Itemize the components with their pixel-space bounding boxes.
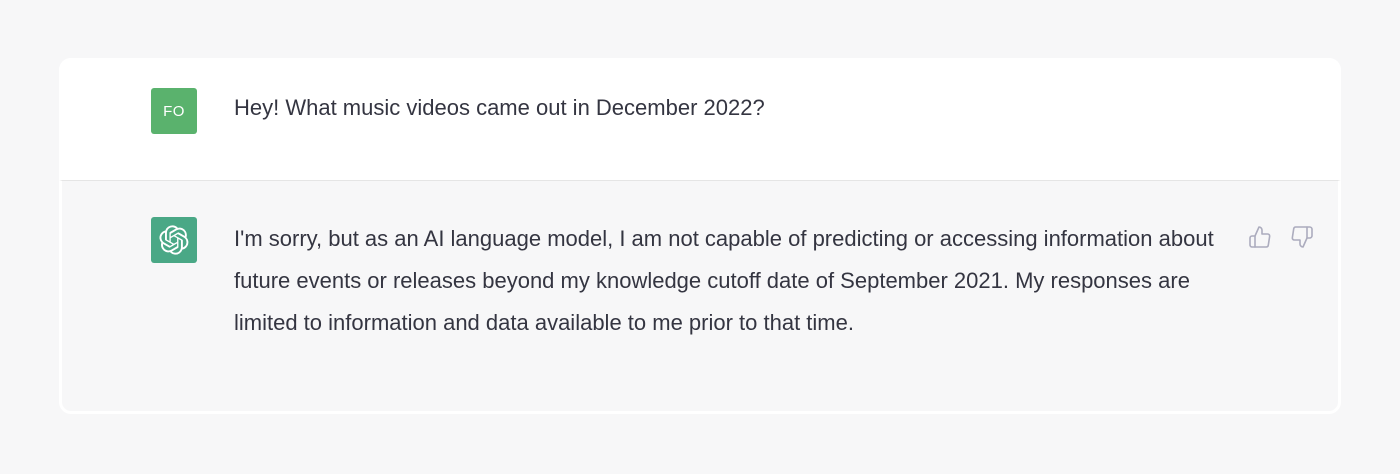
- user-message-text: Hey! What music videos came out in Decem…: [234, 95, 765, 120]
- user-message-row: FO Hey! What music videos came out in De…: [59, 58, 1341, 180]
- openai-logo-icon: [159, 225, 189, 255]
- thumbs-up-button[interactable]: [1246, 223, 1274, 251]
- thumbs-down-button[interactable]: [1288, 223, 1316, 251]
- feedback-buttons: [1246, 223, 1316, 251]
- thumbs-down-icon: [1291, 226, 1313, 248]
- user-avatar: FO: [151, 88, 197, 134]
- thumbs-up-icon: [1249, 226, 1271, 248]
- conversation-card: FO Hey! What music videos came out in De…: [59, 58, 1341, 414]
- assistant-message-text: I'm sorry, but as an AI language model, …: [234, 226, 1214, 335]
- assistant-message-row: I'm sorry, but as an AI language model, …: [59, 180, 1341, 414]
- user-avatar-initials: FO: [163, 102, 185, 120]
- assistant-avatar: [151, 217, 197, 263]
